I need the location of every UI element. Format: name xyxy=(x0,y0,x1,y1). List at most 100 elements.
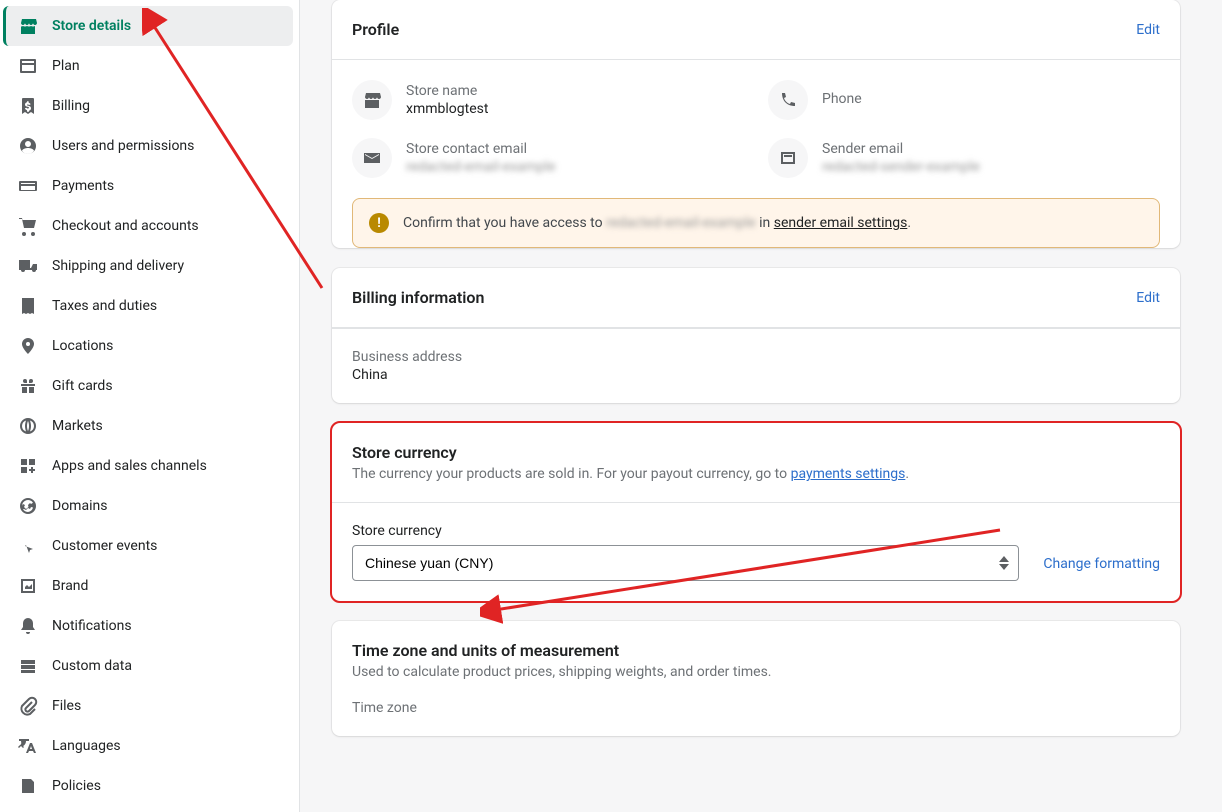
field-value: redacted-email-example xyxy=(406,159,556,175)
sidebar-item-checkout[interactable]: Checkout and accounts xyxy=(6,206,293,246)
sidebar-item-customer-events[interactable]: Customer events xyxy=(6,526,293,566)
field-label: Store name xyxy=(406,83,488,99)
truck-icon xyxy=(18,256,38,276)
sidebar-item-taxes[interactable]: Taxes and duties xyxy=(6,286,293,326)
sidebar-item-label: Brand xyxy=(52,578,88,594)
sidebar-item-label: Files xyxy=(52,698,81,714)
sidebar-item-label: Billing xyxy=(52,98,90,114)
sidebar-item-custom-data[interactable]: Custom data xyxy=(6,646,293,686)
timezone-title: Time zone and units of measurement xyxy=(352,641,1160,660)
address-label: Business address xyxy=(352,349,1160,365)
currency-desc: The currency your products are sold in. … xyxy=(352,466,1160,482)
sidebar-item-locations[interactable]: Locations xyxy=(6,326,293,366)
sidebar-item-users[interactable]: Users and permissions xyxy=(6,126,293,166)
sender-email-field: Sender email redacted-sender-example xyxy=(768,138,1160,178)
sidebar-item-label: Payments xyxy=(52,178,114,194)
settings-sidebar: Store details Plan Billing Users and per… xyxy=(0,0,300,812)
sidebar-item-languages[interactable]: Languages xyxy=(6,726,293,766)
store-icon xyxy=(18,16,38,36)
warning-icon: ! xyxy=(369,213,389,233)
store-name-field: Store name xmmblogtest xyxy=(352,80,744,120)
cart-icon xyxy=(18,216,38,236)
gift-icon xyxy=(18,376,38,396)
sidebar-item-label: Shipping and delivery xyxy=(52,258,184,274)
globe-icon xyxy=(18,416,38,436)
change-formatting-link[interactable]: Change formatting xyxy=(1043,556,1160,581)
currency-select[interactable]: Chinese yuan (CNY) xyxy=(352,545,1019,581)
users-icon xyxy=(18,136,38,156)
sidebar-item-label: Languages xyxy=(52,738,121,754)
cursor-click-icon xyxy=(18,536,38,556)
timezone-card: Time zone and units of measurement Used … xyxy=(332,621,1180,736)
billing-icon xyxy=(18,96,38,116)
timezone-desc: Used to calculate product prices, shippi… xyxy=(352,664,1160,680)
sidebar-item-label: Policies xyxy=(52,778,101,794)
currency-card: Store currency The currency your product… xyxy=(332,423,1180,601)
payments-settings-link[interactable]: payments settings xyxy=(791,466,906,482)
field-value: xmmblogtest xyxy=(406,101,488,117)
contact-email-field: Store contact email redacted-email-examp… xyxy=(352,138,744,178)
sidebar-item-label: Plan xyxy=(52,58,80,74)
sender-email-settings-link[interactable]: sender email settings xyxy=(774,215,908,231)
sidebar-item-brand[interactable]: Brand xyxy=(6,566,293,606)
policy-icon xyxy=(18,776,38,796)
apps-icon xyxy=(18,456,38,476)
sidebar-item-label: Customer events xyxy=(52,538,157,554)
field-label: Phone xyxy=(822,91,862,107)
payments-icon xyxy=(18,176,38,196)
bell-icon xyxy=(18,616,38,636)
sidebar-item-gift-cards[interactable]: Gift cards xyxy=(6,366,293,406)
sidebar-item-files[interactable]: Files xyxy=(6,686,293,726)
profile-edit-link[interactable]: Edit xyxy=(1136,22,1160,38)
sidebar-item-label: Checkout and accounts xyxy=(52,218,199,234)
currency-field-label: Store currency xyxy=(352,523,1019,539)
sidebar-item-policies[interactable]: Policies xyxy=(6,766,293,806)
billing-title: Billing information xyxy=(352,288,484,307)
database-icon xyxy=(18,656,38,676)
sidebar-item-plan[interactable]: Plan xyxy=(6,46,293,86)
sidebar-item-label: Apps and sales channels xyxy=(52,458,207,474)
sidebar-item-label: Store details xyxy=(52,18,131,34)
sidebar-item-label: Taxes and duties xyxy=(52,298,157,314)
email-access-banner: ! Confirm that you have access to redact… xyxy=(352,198,1160,248)
field-value: redacted-sender-example xyxy=(822,159,980,175)
receipt-icon xyxy=(18,296,38,316)
currency-title: Store currency xyxy=(352,443,1160,462)
billing-edit-link[interactable]: Edit xyxy=(1136,290,1160,306)
pin-icon xyxy=(18,336,38,356)
sidebar-item-payments[interactable]: Payments xyxy=(6,166,293,206)
sidebar-item-label: Locations xyxy=(52,338,113,354)
sidebar-item-notifications[interactable]: Notifications xyxy=(6,606,293,646)
profile-card: Profile Edit Store name xmmblogtest Phon… xyxy=(332,0,1180,248)
languages-icon xyxy=(18,736,38,756)
sidebar-item-label: Gift cards xyxy=(52,378,113,394)
sidebar-item-domains[interactable]: Domains xyxy=(6,486,293,526)
sidebar-item-label: Domains xyxy=(52,498,107,514)
timezone-field-label: Time zone xyxy=(352,700,417,716)
sender-email-icon xyxy=(768,138,808,178)
store-icon xyxy=(352,80,392,120)
field-label: Sender email xyxy=(822,141,980,157)
main-content: Profile Edit Store name xmmblogtest Phon… xyxy=(300,0,1200,812)
sidebar-item-billing[interactable]: Billing xyxy=(6,86,293,126)
field-label: Store contact email xyxy=(406,141,556,157)
sidebar-item-label: Custom data xyxy=(52,658,132,674)
plan-icon xyxy=(18,56,38,76)
sidebar-item-label: Markets xyxy=(52,418,103,434)
profile-title: Profile xyxy=(352,20,399,39)
sidebar-item-label: Notifications xyxy=(52,618,132,634)
envelope-icon xyxy=(352,138,392,178)
phone-icon xyxy=(768,80,808,120)
phone-field: Phone xyxy=(768,80,1160,120)
address-value: China xyxy=(352,367,1160,383)
sidebar-item-store-details[interactable]: Store details xyxy=(3,6,293,46)
billing-card: Billing information Edit Business addres… xyxy=(332,268,1180,403)
sidebar-item-apps[interactable]: Apps and sales channels xyxy=(6,446,293,486)
sidebar-item-label: Users and permissions xyxy=(52,138,194,154)
domain-icon xyxy=(18,496,38,516)
banner-text: Confirm that you have access to redacted… xyxy=(403,215,911,231)
brand-icon xyxy=(18,576,38,596)
sidebar-item-markets[interactable]: Markets xyxy=(6,406,293,446)
paperclip-icon xyxy=(18,696,38,716)
sidebar-item-shipping[interactable]: Shipping and delivery xyxy=(6,246,293,286)
